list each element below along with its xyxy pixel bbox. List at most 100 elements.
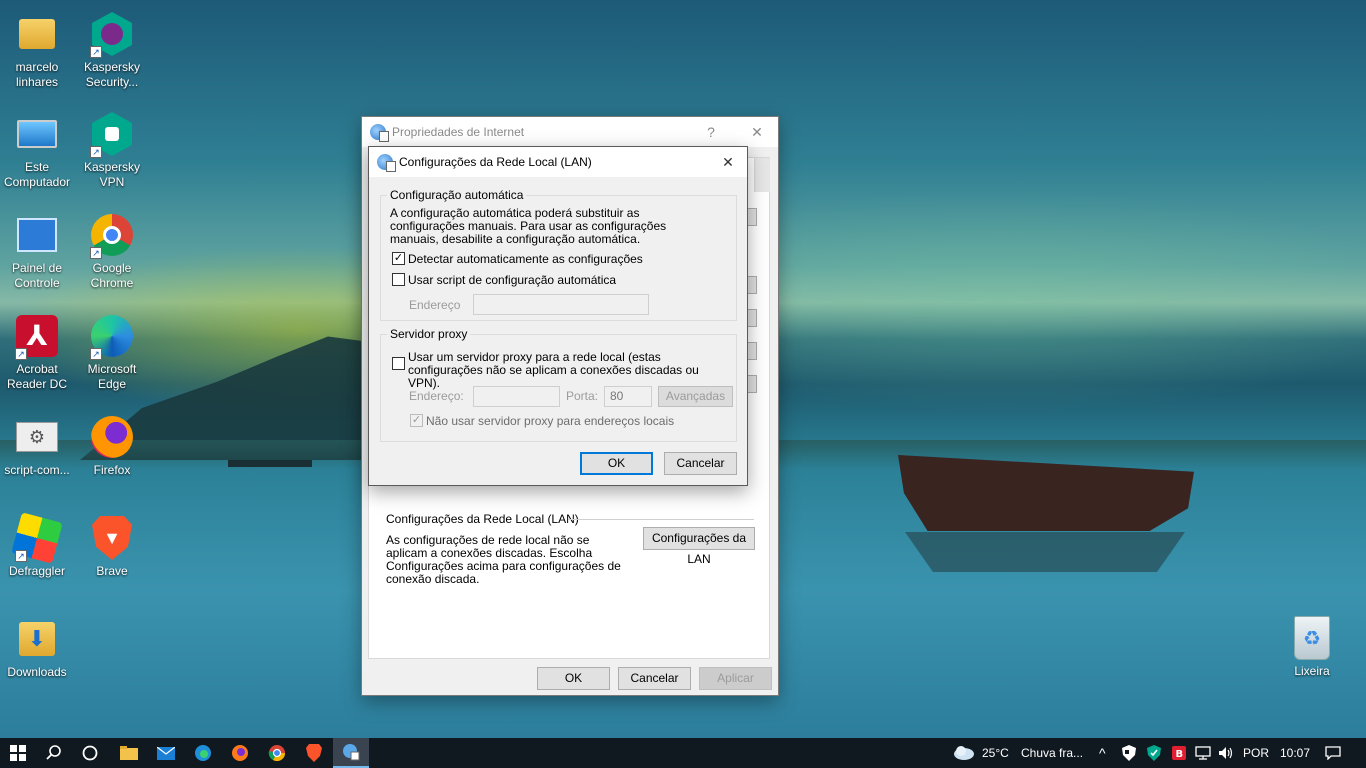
file-explorer-icon[interactable] (111, 738, 147, 768)
apply-button: Aplicar (699, 667, 772, 690)
desktop-icon-label: Painel de Controle (11, 261, 63, 290)
desktop-icon-label: Kaspersky Security... (83, 60, 141, 89)
close-icon[interactable]: ✕ (709, 147, 747, 177)
show-hidden-icons-icon[interactable]: ^ (1099, 738, 1106, 768)
auto-config-legend: Configuração automática (387, 188, 527, 202)
bypass-local-label: Não usar servidor proxy para endereços l… (426, 414, 675, 428)
desktop-icon-firefox[interactable]: Firefox (75, 413, 149, 478)
desktop-icon-label: Firefox (93, 463, 131, 477)
partial-button[interactable] (747, 309, 757, 327)
desktop-icon-downloads[interactable]: ⬇ Downloads (0, 615, 74, 680)
ok-button[interactable]: OK (580, 452, 653, 475)
firefox-icon (91, 416, 133, 458)
bypass-local-checkbox: ✓ (410, 414, 423, 427)
desktop-icon-brave[interactable]: ▼ Brave (75, 514, 149, 579)
kaspersky-tray-icon[interactable] (1141, 738, 1167, 768)
tab-strip-edge (754, 158, 770, 192)
weather-description[interactable]: Chuva fra... (1021, 738, 1083, 768)
ok-button[interactable]: OK (537, 667, 610, 690)
user-folder-icon (19, 19, 55, 49)
lan-settings-titlebar[interactable]: Configurações da Rede Local (LAN) (369, 147, 747, 177)
script-file-icon: ⚙ (16, 422, 58, 452)
desktop-icon-label: Google Chrome (90, 261, 134, 290)
recycle-bin-icon: ♻ (1294, 616, 1330, 660)
help-button[interactable]: ? (688, 117, 734, 147)
security-shield-icon[interactable] (1115, 738, 1143, 768)
bitdefender-tray-icon[interactable]: B (1166, 738, 1192, 768)
taskbar: 25°C Chuva fra... ^ B POR 10:07 (0, 738, 1366, 768)
advanced-button: Avançadas (658, 386, 733, 407)
proxy-server-group: Servidor proxy Usar um servidor proxy pa… (380, 327, 737, 442)
window-title: Configurações da Rede Local (LAN) (399, 155, 592, 169)
lan-settings-window: Configurações da Rede Local (LAN) ✕ Conf… (368, 146, 748, 486)
lan-settings-button[interactable]: Configurações da LAN (643, 527, 755, 566)
desktop-icon-script[interactable]: ⚙ script-com... (0, 413, 74, 478)
edge-taskbar-icon[interactable] (185, 738, 221, 768)
internet-options-taskbar-icon[interactable] (333, 738, 369, 768)
clock-time[interactable]: 10:07 (1280, 738, 1310, 768)
internet-options-icon (370, 124, 389, 142)
lan-section-title: Configurações da Rede Local (LAN) (386, 512, 579, 526)
mail-icon[interactable] (148, 738, 184, 768)
wallpaper-pier (228, 460, 312, 467)
desktop-icon-defraggler[interactable]: ↗ Defraggler (0, 512, 74, 579)
desktop-icon-acrobat-reader[interactable]: ⅄ ↗ Acrobat Reader DC (0, 312, 74, 392)
firefox-taskbar-icon[interactable] (222, 738, 258, 768)
desktop-icon-microsoft-edge[interactable]: ↗ Microsoft Edge (75, 312, 149, 392)
close-icon[interactable]: ✕ (734, 117, 780, 147)
this-pc-icon (17, 120, 57, 148)
use-proxy-checkbox[interactable] (392, 357, 405, 370)
script-address-field (473, 294, 649, 315)
internet-options-icon (377, 154, 396, 172)
desktop-icon-label: Este Computador (3, 160, 71, 189)
partial-button[interactable] (747, 375, 757, 393)
use-script-label[interactable]: Usar script de configuração automática (408, 274, 616, 287)
weather-cloud-icon[interactable] (946, 738, 982, 768)
input-language[interactable]: POR (1243, 738, 1269, 768)
desktop-icon-google-chrome[interactable]: ↗ Google Chrome (75, 211, 149, 291)
cancel-button[interactable]: Cancelar (618, 667, 691, 690)
cancel-button[interactable]: Cancelar (664, 452, 737, 475)
control-panel-icon (17, 218, 57, 252)
lan-section-description: As configurações de rede local não se ap… (386, 533, 621, 586)
volume-icon[interactable] (1213, 738, 1239, 768)
proxy-address-label: Endereço: (409, 389, 464, 403)
desktop-icon-marcelo-linhares[interactable]: marcelo linhares (0, 10, 74, 90)
partial-button[interactable] (747, 208, 757, 226)
desktop-icon-label: script-com... (4, 463, 70, 477)
downloads-folder-icon: ⬇ (19, 622, 55, 656)
detect-settings-checkbox[interactable]: ✓ (392, 252, 405, 265)
auto-config-group: Configuração automática A configuração a… (380, 188, 737, 321)
svg-text:B: B (1176, 749, 1184, 760)
partial-button[interactable] (747, 342, 757, 360)
wallpaper-boat-reflection (905, 532, 1185, 572)
desktop-icon-kaspersky-security[interactable]: ↗ Kaspersky Security... (75, 10, 149, 90)
weather-temperature[interactable]: 25°C (982, 738, 1009, 768)
cortana-icon[interactable] (72, 738, 108, 768)
desktop-icon-label: Downloads (7, 665, 67, 679)
desktop-icon-label: Lixeira (1294, 664, 1330, 678)
desktop-icon-recycle-bin[interactable]: ♻ Lixeira (1275, 614, 1349, 679)
notification-center-icon[interactable] (1318, 738, 1348, 768)
windows-start-icon[interactable] (0, 738, 36, 768)
search-icon[interactable] (36, 738, 72, 768)
proxy-port-label: Porta: (566, 389, 599, 403)
desktop-icon-kaspersky-vpn[interactable]: ↗ Kaspersky VPN (75, 110, 149, 190)
use-script-checkbox[interactable] (392, 273, 405, 286)
use-proxy-label[interactable]: Usar um servidor proxy para a rede local… (408, 351, 733, 390)
chrome-taskbar-icon[interactable] (259, 738, 295, 768)
brave-taskbar-icon[interactable] (296, 738, 332, 768)
section-divider (568, 519, 754, 520)
script-address-label: Endereço (409, 298, 461, 312)
brave-icon: ▼ (92, 516, 132, 560)
detect-settings-label[interactable]: Detectar automaticamente as configuraçõe… (408, 253, 643, 266)
desktop-icon-label: Defraggler (8, 564, 66, 578)
partial-button[interactable] (747, 276, 757, 294)
desktop-icon-this-pc[interactable]: Este Computador (0, 110, 74, 190)
proxy-address-field (473, 386, 560, 407)
window-title: Propriedades de Internet (392, 125, 525, 139)
desktop-icon-label: Brave (96, 564, 128, 578)
desktop-icon-label: marcelo linhares (15, 60, 59, 89)
desktop-icon-control-panel[interactable]: Painel de Controle (0, 211, 74, 291)
proxy-port-field: 80 (604, 386, 652, 407)
